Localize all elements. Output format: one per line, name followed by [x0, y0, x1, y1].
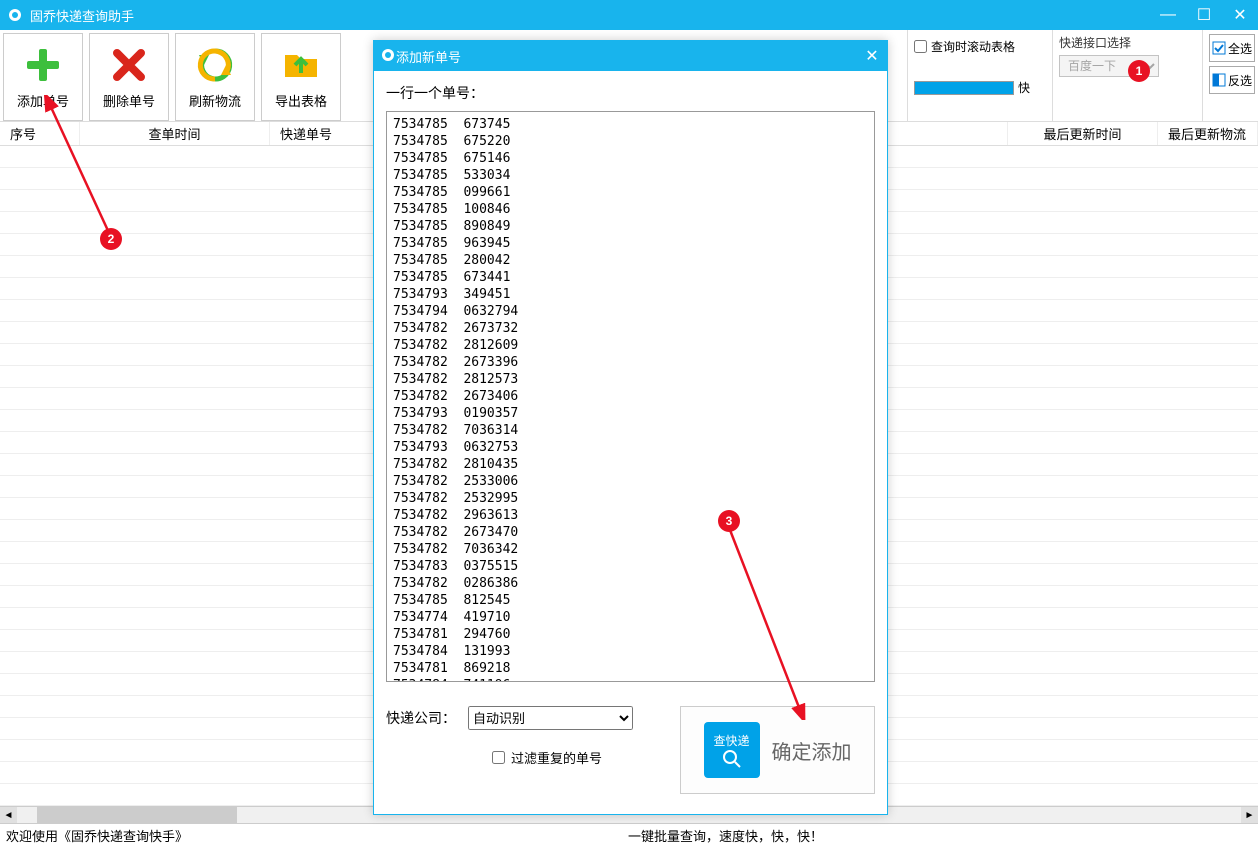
checkbox-icon: [1212, 41, 1226, 55]
refresh-label: 刷新物流: [189, 91, 241, 110]
scroll-thumb[interactable]: [37, 807, 237, 823]
select-all-button[interactable]: 全选: [1209, 34, 1255, 62]
company-select[interactable]: 自动识别: [468, 706, 633, 730]
maximize-button[interactable]: ☐: [1186, 0, 1222, 30]
add-tracking-button[interactable]: 添加单号: [3, 33, 83, 121]
filter-dup-label: 过滤重复的单号: [511, 748, 602, 767]
confirm-label: 确定添加: [772, 736, 852, 765]
export-button[interactable]: 导出表格: [261, 33, 341, 121]
dialog-close-button[interactable]: ✕: [857, 41, 887, 71]
titlebar: 固乔快递查询助手 — ☐ ✕: [0, 0, 1258, 30]
app-icon: [6, 6, 24, 24]
delete-tracking-button[interactable]: 删除单号: [89, 33, 169, 121]
right-panel: 查询时滚动表格 快 快递接口选择 百度一下 全选 反选: [907, 30, 1258, 122]
status-left: 欢迎使用《固乔快递查询快手》: [6, 826, 188, 845]
dialog-icon: [380, 47, 396, 66]
col-last-logistics[interactable]: 最后更新物流: [1158, 122, 1258, 145]
export-label: 导出表格: [275, 91, 327, 110]
annotation-3: 3: [718, 510, 740, 532]
add-label: 添加单号: [17, 91, 69, 110]
refresh-icon: [195, 45, 235, 85]
annotation-2: 2: [100, 228, 122, 250]
folder-arrow-icon: [281, 45, 321, 85]
interface-group-title: 快递接口选择: [1059, 34, 1198, 51]
search-express-icon: 查快递: [704, 722, 760, 778]
col-seq[interactable]: 序号: [0, 122, 80, 145]
tracking-numbers-input[interactable]: [386, 111, 875, 682]
app-title: 固乔快递查询助手: [30, 6, 134, 25]
window-controls: — ☐ ✕: [1150, 0, 1258, 30]
scroll-checkbox[interactable]: [914, 40, 927, 53]
filter-row[interactable]: 过滤重复的单号: [492, 748, 633, 767]
invert-button[interactable]: 反选: [1209, 66, 1255, 94]
invert-icon: [1212, 73, 1226, 87]
add-tracking-dialog: 添加新单号 ✕ 一行一个单号： 快递公司： 自动识别 过滤重复的单号: [373, 40, 888, 815]
delete-label: 删除单号: [103, 91, 155, 110]
select-all-label: 全选: [1228, 40, 1252, 57]
col-last-update[interactable]: 最后更新时间: [1008, 122, 1158, 145]
plus-icon: [23, 45, 63, 85]
dialog-title: 添加新单号: [396, 47, 461, 66]
company-label: 快递公司：: [386, 708, 456, 728]
refresh-button[interactable]: 刷新物流: [175, 33, 255, 121]
status-right: 一键批量查询，速度快，快，快！: [628, 826, 823, 845]
scroll-right-arrow[interactable]: ►: [1241, 807, 1258, 824]
progress-label: 快: [1018, 79, 1030, 96]
progress-bar: [914, 81, 1014, 95]
instruction-label: 一行一个单号：: [386, 83, 875, 103]
close-button[interactable]: ✕: [1222, 0, 1258, 30]
scroll-label: 查询时滚动表格: [931, 38, 1015, 55]
confirm-add-button[interactable]: 查快递 确定添加: [680, 706, 875, 794]
scroll-left-arrow[interactable]: ◄: [0, 807, 17, 824]
invert-label: 反选: [1228, 72, 1252, 89]
annotation-1: 1: [1128, 60, 1150, 82]
scroll-checkbox-row[interactable]: 查询时滚动表格: [914, 38, 1048, 55]
col-query-time[interactable]: 查单时间: [80, 122, 270, 145]
filter-dup-checkbox[interactable]: [492, 751, 505, 764]
dialog-titlebar: 添加新单号 ✕: [374, 41, 887, 71]
minimize-button[interactable]: —: [1150, 0, 1186, 30]
statusbar: 欢迎使用《固乔快递查询快手》 一键批量查询，速度快，快，快！: [0, 823, 1258, 847]
x-icon: [109, 45, 149, 85]
